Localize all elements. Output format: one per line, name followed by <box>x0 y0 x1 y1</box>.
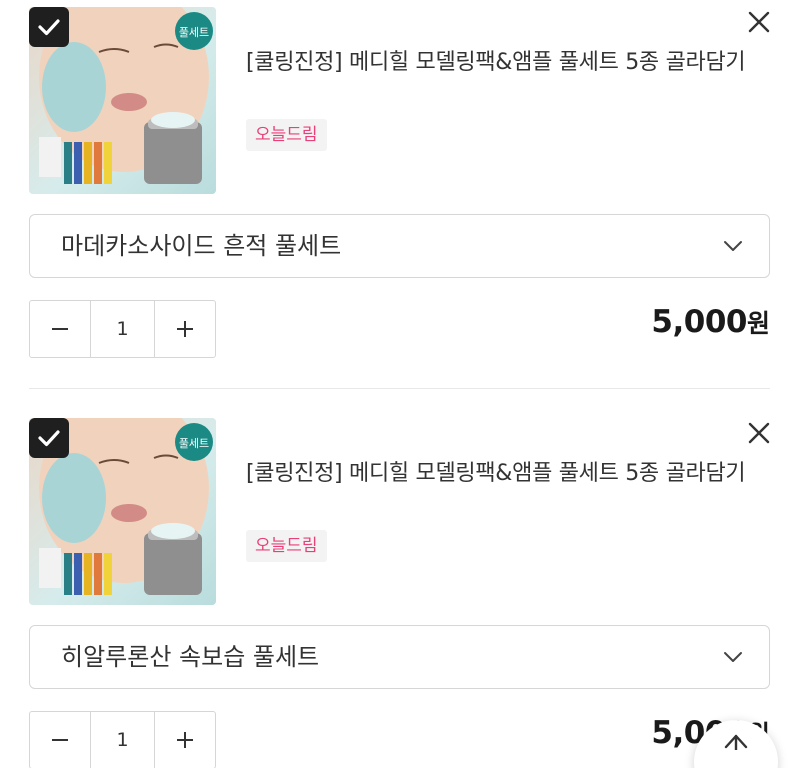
plus-icon <box>176 732 193 748</box>
option-dropdown[interactable]: 히알루론산 속보습 풀세트 <box>29 625 770 689</box>
check-icon <box>38 430 60 447</box>
increase-button[interactable] <box>155 712 215 768</box>
option-dropdown[interactable]: 마데카소사이드 흔적 풀세트 <box>29 214 770 278</box>
select-checkbox[interactable] <box>29 418 69 458</box>
chevron-down-icon <box>724 652 742 662</box>
product-title[interactable]: [쿨링진정] 메디힐 모델링팩&앰플 풀세트 5종 골라담기 <box>246 48 746 78</box>
close-icon <box>748 11 770 33</box>
minus-icon <box>52 328 69 330</box>
check-icon <box>38 19 60 36</box>
plus-icon <box>176 321 193 337</box>
item-price: 5,000원 <box>651 300 770 349</box>
remove-item-button[interactable] <box>744 418 774 448</box>
quantity-stepper: 1 <box>29 711 216 768</box>
quantity-value[interactable]: 1 <box>90 301 155 357</box>
close-icon <box>748 422 770 444</box>
decrease-button[interactable] <box>30 301 90 357</box>
cart-page: 풀세트 [쿨링진정] 메디힐 모델링팩&앰플 풀세트 5종 골라담기 오늘드림 … <box>0 0 800 768</box>
thumb-tag: 풀세트 <box>179 26 209 39</box>
price-amount: 5,000 <box>651 304 747 340</box>
chevron-down-icon <box>724 241 742 251</box>
product-title[interactable]: [쿨링진정] 메디힐 모델링팩&앰플 풀세트 5종 골라담기 <box>246 459 746 489</box>
thumb-tag: 풀세트 <box>179 437 209 450</box>
minus-icon <box>52 739 69 741</box>
arrow-up-icon <box>724 734 748 750</box>
option-label: 히알루론산 속보습 풀세트 <box>61 643 320 671</box>
quantity-stepper: 1 <box>29 300 216 358</box>
decrease-button[interactable] <box>30 712 90 768</box>
delivery-badge: 오늘드림 <box>246 530 327 562</box>
increase-button[interactable] <box>155 301 215 357</box>
option-label: 마데카소사이드 흔적 풀세트 <box>61 232 342 260</box>
remove-item-button[interactable] <box>744 7 774 37</box>
delivery-badge: 오늘드림 <box>246 119 327 151</box>
price-currency: 원 <box>746 309 770 338</box>
select-checkbox[interactable] <box>29 7 69 47</box>
quantity-value[interactable]: 1 <box>90 712 155 768</box>
item-divider <box>29 388 770 389</box>
